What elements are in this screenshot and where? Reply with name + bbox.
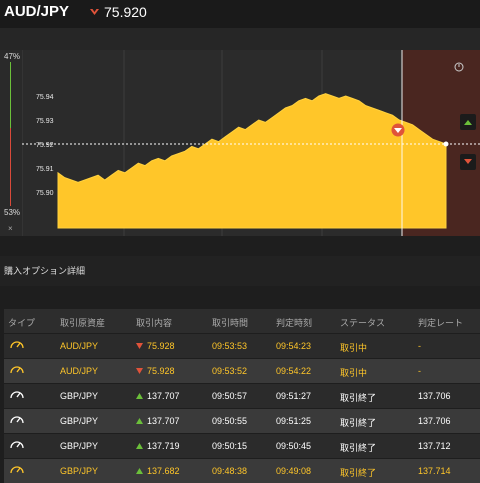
gauge-icon [10, 416, 24, 424]
table-row[interactable]: GBP/JPY 137.707 09:50:55 09:51:25 取引終了 1… [4, 408, 480, 433]
cell-judge-rate: 137.712 [418, 441, 451, 451]
gauge-icon [10, 341, 24, 349]
cell-status: 取引終了 [340, 443, 377, 453]
cell-asset: GBP/JPY [60, 441, 99, 451]
gauge-icon [10, 466, 24, 474]
high-button-icon [460, 114, 476, 130]
header-content: 取引内容 [136, 318, 173, 328]
up-gauge-bar [10, 62, 11, 128]
cell-content: 137.707 [136, 416, 180, 426]
low-button-icon [460, 154, 476, 170]
gauge-icon [10, 366, 24, 374]
section-header: 購入オプション詳細 [0, 256, 480, 286]
down-percentage: 53% [4, 208, 21, 217]
table-row[interactable]: GBP/JPY 137.682 09:48:38 09:49:08 取引終了 1… [4, 458, 480, 483]
cell-rate: 137.707 [147, 391, 180, 401]
price-area [57, 93, 447, 229]
options-table: タイプ 取引原資産 取引内容 取引時間 判定時刻 ステータス 判定レート AUD… [4, 309, 480, 483]
cell-rate: 137.719 [147, 441, 180, 451]
cell-judge-rate: - [418, 341, 421, 351]
cell-content: 137.719 [136, 441, 180, 451]
cell-asset: AUD/JPY [60, 366, 99, 376]
y-tick-label: 75.90 [36, 190, 54, 197]
cell-asset: GBP/JPY [60, 391, 99, 401]
gauge-icon [10, 441, 24, 449]
table-row[interactable]: GBP/JPY 137.707 09:50:57 09:51:27 取引終了 1… [4, 383, 480, 408]
cell-status: 取引終了 [340, 393, 377, 403]
price-chart[interactable]: 75.9475.9375.9275.9175.90 09:5209:5309:5… [22, 50, 480, 236]
current-price: 75.920 [104, 4, 147, 20]
cell-status: 取引中 [340, 343, 368, 353]
top-bar: AUD/JPY 75.920 [0, 0, 480, 28]
header-status: ステータス [340, 318, 386, 328]
down-arrow-icon [136, 343, 143, 349]
current-price-dot [443, 141, 449, 147]
cell-status: 取引終了 [340, 468, 377, 478]
pair-title: AUD/JPY [4, 3, 70, 20]
up-arrow-icon [136, 418, 143, 424]
down-arrow-icon [136, 368, 143, 374]
cell-asset: AUD/JPY [60, 341, 99, 351]
cell-status: 取引終了 [340, 418, 377, 428]
table-header: タイプ 取引原資産 取引内容 取引時間 判定時刻 ステータス 判定レート [4, 309, 480, 333]
header-type: タイプ [8, 318, 36, 328]
table-row[interactable]: AUD/JPY 75.928 09:53:53 09:54:23 取引中 - [4, 333, 480, 358]
cell-judge-rate: 137.706 [418, 416, 451, 426]
header-judge-time: 判定時刻 [276, 318, 313, 328]
up-percentage: 47% [4, 52, 21, 61]
cell-judge-time: 09:54:22 [276, 366, 312, 376]
cell-judge-rate: - [418, 366, 421, 376]
cell-rate: 75.928 [147, 341, 175, 351]
cell-status: 取引中 [340, 368, 368, 378]
down-gauge-bar [10, 128, 11, 206]
cell-trade-time: 09:50:57 [212, 391, 248, 401]
cell-content: 75.928 [136, 366, 175, 376]
y-tick-label: 75.92 [36, 142, 54, 149]
gauge-icon [10, 391, 24, 399]
close-icon[interactable]: × [8, 224, 13, 233]
cell-trade-time: 09:53:52 [212, 366, 248, 376]
table-row[interactable]: GBP/JPY 137.719 09:50:15 09:50:45 取引終了 1… [4, 433, 480, 458]
header-trade-time: 取引時間 [212, 318, 249, 328]
table-row[interactable]: AUD/JPY 75.928 09:53:52 09:54:22 取引中 - [4, 358, 480, 383]
spacer [0, 28, 480, 50]
up-arrow-icon [136, 468, 143, 474]
cell-content: 75.928 [136, 341, 175, 351]
trade-marker-icon [391, 123, 405, 137]
up-arrow-icon [136, 393, 143, 399]
header-judge-rate: 判定レート [418, 318, 464, 328]
up-arrow-icon [136, 443, 143, 449]
cell-judge-time: 09:51:27 [276, 391, 312, 401]
cell-rate: 75.928 [147, 366, 175, 376]
y-tick-label: 75.91 [36, 166, 54, 173]
cell-judge-rate: 137.706 [418, 391, 451, 401]
cell-trade-time: 09:50:15 [212, 441, 248, 451]
section-title: 購入オプション詳細 [4, 266, 86, 276]
down-arrow-icon [90, 9, 99, 15]
cell-rate: 137.707 [147, 416, 180, 426]
header-asset: 取引原資産 [60, 318, 106, 328]
cell-judge-time: 09:51:25 [276, 416, 312, 426]
y-tick-label: 75.94 [36, 94, 54, 101]
y-tick-label: 75.93 [36, 118, 54, 125]
cell-judge-time: 09:54:23 [276, 341, 312, 351]
cell-content: 137.707 [136, 391, 180, 401]
cell-judge-time: 09:50:45 [276, 441, 312, 451]
cell-trade-time: 09:50:55 [212, 416, 248, 426]
cell-asset: GBP/JPY [60, 416, 99, 426]
cell-trade-time: 09:53:53 [212, 341, 248, 351]
